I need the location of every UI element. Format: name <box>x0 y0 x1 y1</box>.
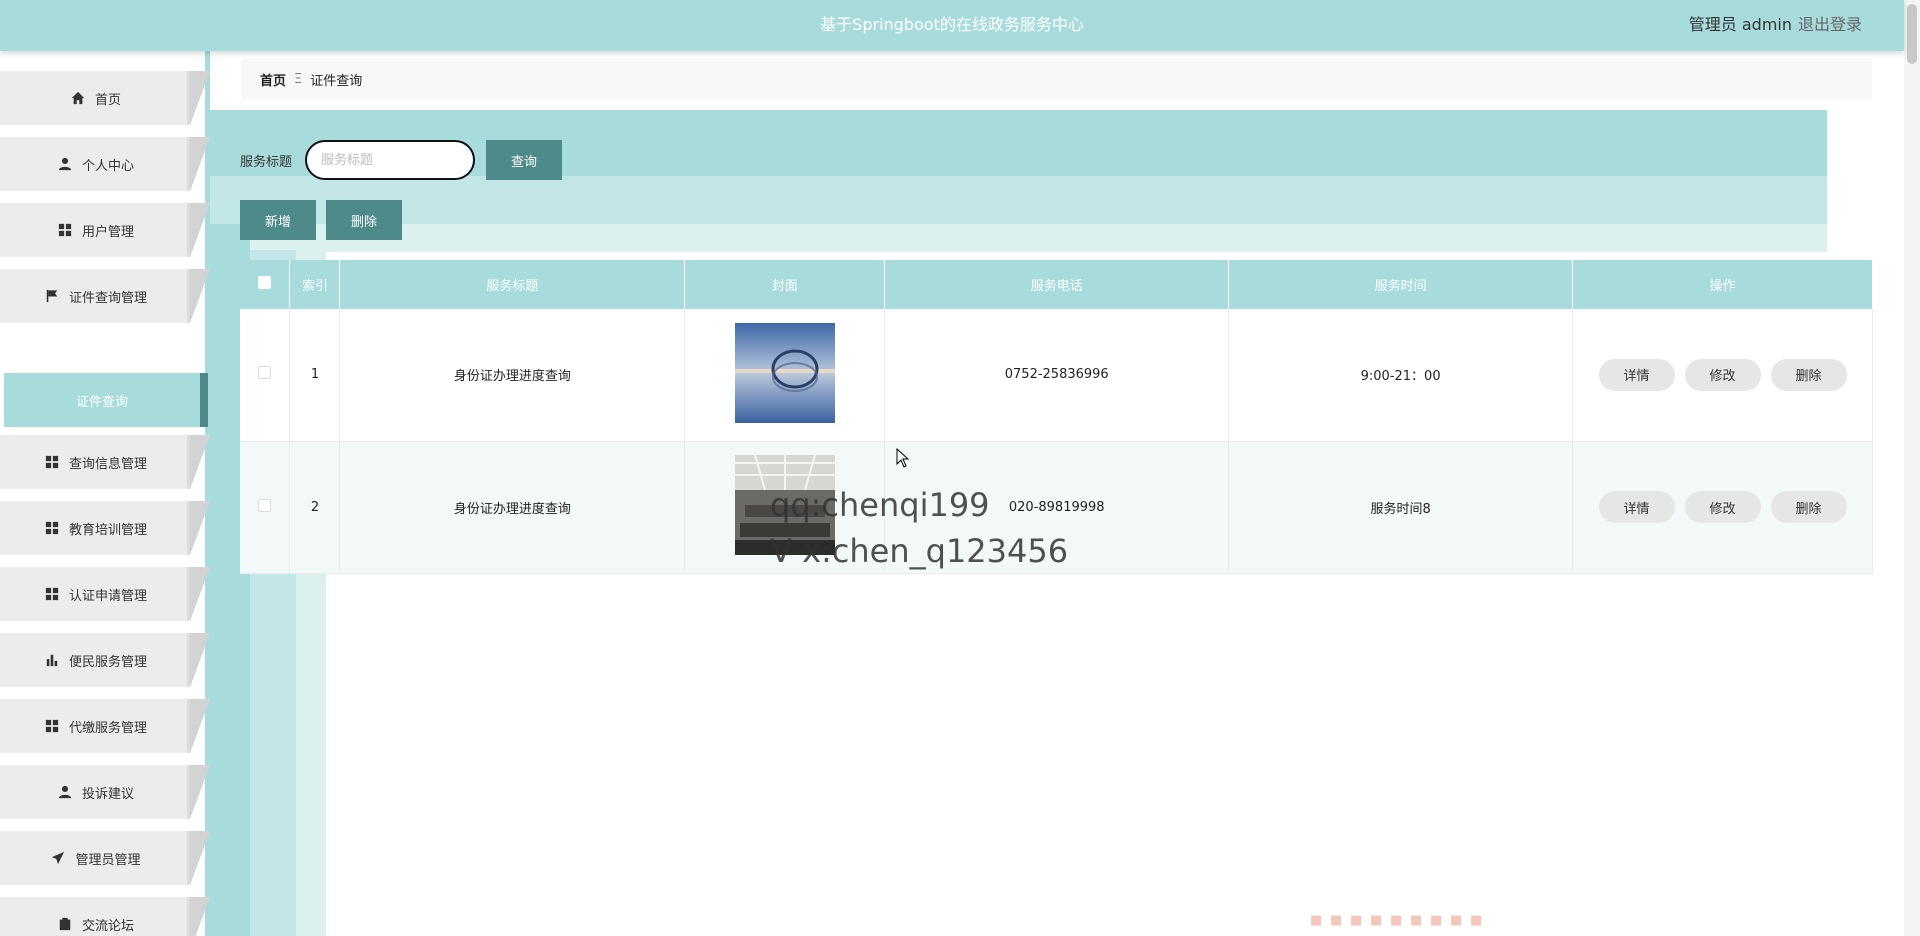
grid-icon <box>43 719 61 733</box>
sidebar-item-label: 首页 <box>94 92 121 108</box>
edit-button[interactable]: 修改 <box>1684 358 1761 391</box>
breadcrumb-separator-icon: Ξ <box>294 71 303 87</box>
column-header-time: 服务时间 <box>1228 260 1574 309</box>
sidebar-item-personal-center[interactable]: 个人中心 <box>0 137 210 191</box>
column-header-phone: 服务电话 <box>884 260 1230 309</box>
breadcrumb-home[interactable]: 首页 <box>260 70 286 89</box>
grid-icon <box>43 455 61 469</box>
top-header: 基于Springboot的在线政务服务中心 管理员 admin 退出登录 <box>0 0 1904 51</box>
delete-button[interactable]: 删除 <box>1770 358 1847 391</box>
detail-button[interactable]: 详情 <box>1598 491 1675 523</box>
sidebar-item-complaints-suggestions[interactable]: 投诉建议 <box>0 765 210 819</box>
select-all-checkbox[interactable] <box>258 276 272 289</box>
logout-link[interactable]: 退出登录 <box>1798 11 1862 35</box>
watermark-line-1: qq:chenqi199 <box>770 486 990 524</box>
sidebar-item-label: 查询信息管理 <box>68 456 147 472</box>
cell-actions: 详情 修改 删除 <box>1572 441 1873 574</box>
bar-chart-icon <box>43 653 61 667</box>
current-user: 管理员 admin <box>1688 15 1792 34</box>
sidebar-item-label: 认证申请管理 <box>68 588 147 604</box>
cell-phone: 0752-25836996 <box>884 309 1230 442</box>
cell-actions: 详情 修改 删除 <box>1572 309 1873 442</box>
column-header-cover: 封面 <box>684 260 886 309</box>
row-checkbox[interactable] <box>258 366 272 380</box>
table-header-row: 索引 服务标题 封面 服务电话 服务时间 操作 <box>240 260 1873 309</box>
column-header-actions: 操作 <box>1572 260 1873 309</box>
mouse-cursor-icon <box>896 448 910 468</box>
sidebar-item-label: 交流论坛 <box>81 918 134 934</box>
detail-button[interactable]: 详情 <box>1598 358 1675 391</box>
sidebar-item-admin-management[interactable]: 管理员管理 <box>0 831 210 885</box>
watermark-line-2: V x:chen_q123456 <box>770 532 1069 570</box>
sidebar-item-convenience-service-management[interactable]: 便民服务管理 <box>0 633 210 687</box>
cell-cover <box>684 309 886 442</box>
vertical-scrollbar[interactable] <box>1904 0 1920 936</box>
sidebar-item-query-info-management[interactable]: 查询信息管理 <box>0 435 210 489</box>
scrollbar-thumb[interactable] <box>1907 4 1917 64</box>
sidebar-item-label: 便民服务管理 <box>68 654 147 670</box>
sidebar-item-user-management[interactable]: 用户管理 <box>0 203 210 257</box>
grid-icon <box>43 521 61 535</box>
grid-icon <box>56 223 74 237</box>
clipboard-icon <box>56 917 74 931</box>
row-checkbox[interactable] <box>258 498 272 512</box>
grid-icon <box>43 587 61 601</box>
sidebar-item-label: 投诉建议 <box>81 786 134 802</box>
app-title: 基于Springboot的在线政务服务中心 <box>820 15 1084 34</box>
sidebar-item-home[interactable]: 首页 <box>0 71 210 125</box>
search-button[interactable]: 查询 <box>486 140 562 180</box>
breadcrumb: 首页 Ξ 证件查询 <box>242 59 1872 99</box>
data-table: 索引 服务标题 封面 服务电话 服务时间 操作 1 身份证办理进度查询 0752… <box>240 260 1873 574</box>
cell-time: 服务时间8 <box>1228 441 1574 574</box>
sidebar-item-label: 代缴服务管理 <box>68 720 147 736</box>
send-icon <box>49 851 67 865</box>
edit-button[interactable]: 修改 <box>1684 491 1761 523</box>
select-all-header <box>240 260 291 309</box>
table-row: 1 身份证办理进度查询 0752-25836996 9:00-21：00 详情 … <box>240 309 1873 442</box>
column-header-index: 索引 <box>289 260 341 309</box>
sidebar-item-label: 管理员管理 <box>75 852 141 868</box>
flag-icon <box>43 289 61 303</box>
breadcrumb-current: 证件查询 <box>310 73 363 89</box>
decor-band <box>210 176 1827 224</box>
user-icon <box>56 785 74 799</box>
cell-title: 身份证办理进度查询 <box>339 441 686 574</box>
sidebar-item-payment-service-management[interactable]: 代缴服务管理 <box>0 699 210 753</box>
cell-index: 1 <box>289 309 341 442</box>
ime-toolbar-icon: ■ ■ ■ ■ ■ ■ ■ ■ ■ <box>1310 913 1483 928</box>
delete-button[interactable]: 删除 <box>1770 491 1847 523</box>
cell-title: 身份证办理进度查询 <box>339 309 686 442</box>
sidebar-item-certification-application-management[interactable]: 认证申请管理 <box>0 567 210 621</box>
sidebar-item-label: 个人中心 <box>81 158 134 174</box>
sidebar-item-label: 证件查询管理 <box>68 290 147 306</box>
search-input[interactable] <box>305 140 475 180</box>
sidebar-item-label: 教育培训管理 <box>68 522 147 538</box>
row-select-cell <box>240 309 291 442</box>
cover-image-bridge <box>734 322 835 423</box>
cell-time: 9:00-21：00 <box>1228 309 1574 442</box>
home-icon <box>69 91 87 105</box>
sidebar-item-label: 用户管理 <box>81 224 134 240</box>
cell-index: 2 <box>289 441 341 574</box>
user-icon <box>56 157 74 171</box>
column-header-title: 服务标题 <box>339 260 686 309</box>
add-button[interactable]: 新增 <box>240 200 316 240</box>
decor-band <box>210 224 1827 252</box>
search-label: 服务标题 <box>240 155 293 170</box>
sidebar-subitem-certificate-query[interactable]: 证件查询 <box>4 373 208 427</box>
bulk-delete-button[interactable]: 删除 <box>326 200 402 240</box>
sidebar-item-forum[interactable]: 交流论坛 <box>0 897 210 936</box>
sidebar-item-education-training-management[interactable]: 教育培训管理 <box>0 501 210 555</box>
sidebar-item-certificate-query-management[interactable]: 证件查询管理 <box>0 269 210 323</box>
row-select-cell <box>240 441 291 574</box>
sidebar: 首页 个人中心 用户管理 证件查询管理 证件查询 查询信息管理 教育培训管理 认… <box>0 51 210 936</box>
